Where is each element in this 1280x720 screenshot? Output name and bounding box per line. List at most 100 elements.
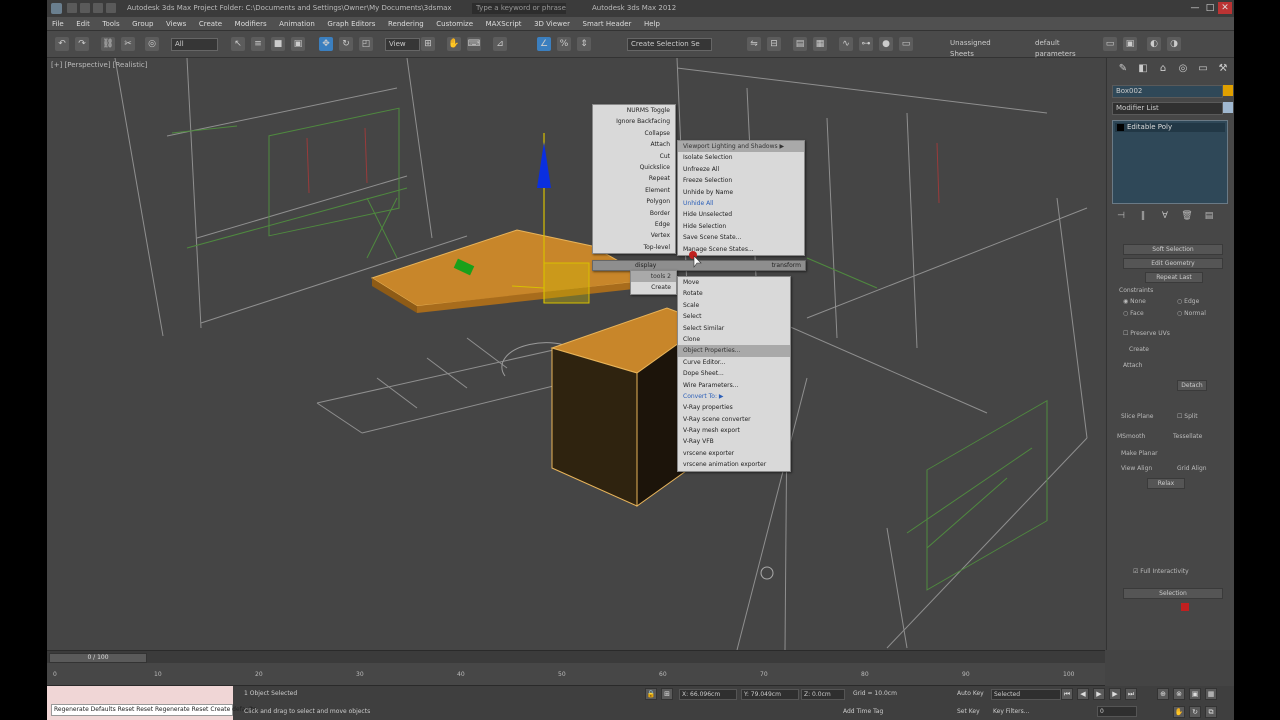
configure-sets-icon[interactable]: ▤ [1203, 210, 1215, 222]
quad-item-unhide-by-name[interactable]: Unhide by Name [678, 187, 804, 198]
quad-item-create[interactable]: Create [631, 282, 676, 293]
menu-graph-editors[interactable]: Graph Editors [322, 17, 380, 29]
split-checkbox[interactable]: ☐ Split [1177, 413, 1198, 420]
perspective-viewport[interactable]: [+] [Perspective] [Realistic] NURMS Togg… [47, 58, 1105, 650]
rollout-selection[interactable]: Selection [1123, 588, 1223, 599]
quad-item-scale[interactable]: Scale [678, 300, 790, 311]
link-icon[interactable]: ⛓ [101, 37, 115, 51]
quad-item-unfreeze-all[interactable]: Unfreeze All [678, 164, 804, 175]
modifier-list-dropdown[interactable]: Modifier List [1112, 102, 1223, 115]
menu-file[interactable]: File [47, 17, 69, 29]
quad-item-wire-parameters[interactable]: Wire Parameters... [678, 380, 790, 391]
pivot-center-icon[interactable]: ⊞ [421, 37, 435, 51]
lock-selection-icon[interactable]: 🔒 [645, 688, 657, 700]
filter-dropdown[interactable]: Unassigned Sheets [947, 38, 1016, 58]
quad-item-vray-mesh-export[interactable]: V-Ray mesh export [678, 425, 790, 436]
save-file-icon[interactable] [93, 3, 103, 13]
quad-item-curve-editor[interactable]: Curve Editor... [678, 357, 790, 368]
quad-item-unhide-all[interactable]: Unhide All [678, 198, 804, 209]
quad-item-border[interactable]: Border [593, 208, 675, 219]
menu-modifiers[interactable]: Modifiers [230, 17, 272, 29]
key-filters-button[interactable]: Key Filters... [993, 708, 1030, 715]
quad-item-clone[interactable]: Clone [678, 334, 790, 345]
create-button[interactable]: Create [1129, 346, 1149, 353]
zoom-extents-all-icon[interactable]: ▦ [1205, 688, 1217, 700]
constraint-face-radio[interactable]: ○ Face [1123, 310, 1144, 317]
quad-item-ignore-backfacing[interactable]: Ignore Backfacing [593, 116, 675, 127]
full-interactivity-checkbox[interactable]: ☑ Full Interactivity [1133, 568, 1189, 575]
mirror-icon[interactable]: ⇋ [747, 37, 761, 51]
next-frame-icon[interactable]: ▶ [1109, 688, 1121, 700]
render-setup-icon[interactable]: ▭ [899, 37, 913, 51]
window-crossing-icon[interactable]: ▣ [291, 37, 305, 51]
relax-button[interactable]: Relax [1147, 478, 1185, 489]
rollout-soft-selection[interactable]: Soft Selection [1123, 244, 1223, 255]
constraint-normal-radio[interactable]: ○ Normal [1177, 310, 1206, 317]
auto-key-button[interactable]: Auto Key [957, 690, 984, 697]
quad-item-viewport-lighting[interactable]: Viewport Lighting and Shadows ▶ [678, 141, 804, 153]
bind-spacewarp-icon[interactable]: ◎ [145, 37, 159, 51]
curve-editor-icon[interactable]: ∿ [839, 37, 853, 51]
quad-item-collapse[interactable]: Collapse [593, 128, 675, 139]
quad-item-hide-unselected[interactable]: Hide Unselected [678, 209, 804, 220]
menu-smart-header[interactable]: Smart Header [578, 17, 637, 29]
record-icon[interactable] [1181, 603, 1189, 611]
z-coordinate-field[interactable]: Z: 0.0cm [801, 689, 845, 700]
open-file-icon[interactable] [80, 3, 90, 13]
slice-plane-button[interactable]: Slice Plane [1121, 413, 1154, 420]
display-tab-icon[interactable]: ▭ [1197, 63, 1209, 75]
pan-view-icon[interactable]: ✋ [1173, 706, 1185, 718]
activeshade-icon[interactable]: ◑ [1167, 37, 1181, 51]
align-icon[interactable]: ⊟ [767, 37, 781, 51]
menu-help[interactable]: Help [639, 17, 665, 29]
redo-tool-icon[interactable]: ↷ [75, 37, 89, 51]
undo-icon[interactable] [106, 3, 116, 13]
quad-item-object-properties[interactable]: Object Properties... [678, 345, 790, 357]
preserve-uvs-checkbox[interactable]: ☐ Preserve UVs [1123, 330, 1170, 337]
percent-snap-icon[interactable]: % [557, 37, 571, 51]
constraint-none-radio[interactable]: ◉ None [1123, 298, 1146, 305]
quad-item-vrscene-animation-exporter[interactable]: vrscene animation exporter [678, 459, 790, 470]
select-and-rotate-icon[interactable]: ↻ [339, 37, 353, 51]
quad-item-top-level[interactable]: Top-level [593, 242, 675, 253]
quad-item-nurms-toggle[interactable]: NURMS Toggle [593, 105, 675, 116]
menu-3d-viewer[interactable]: 3D Viewer [529, 17, 575, 29]
menu-customize[interactable]: Customize [431, 17, 478, 29]
tessellate-button[interactable]: Tessellate [1173, 433, 1202, 440]
quad-item-quickslice[interactable]: Quickslice [593, 162, 675, 173]
angle-snap-icon[interactable]: ∠ [537, 37, 551, 51]
zoom-all-icon[interactable]: ⊗ [1173, 688, 1185, 700]
key-mode-dropdown[interactable]: Selected [991, 689, 1061, 700]
show-end-result-icon[interactable]: ‖ [1137, 210, 1149, 222]
render-frame-icon[interactable]: ▭ [1103, 37, 1117, 51]
go-to-start-icon[interactable]: ⏮ [1061, 688, 1073, 700]
search-input[interactable]: Type a keyword or phrase [472, 3, 566, 14]
light-bulb-icon[interactable] [1117, 124, 1124, 131]
quad-item-vray-vfb[interactable]: V-Ray VFB [678, 436, 790, 447]
rect-selection-icon[interactable]: ■ [271, 37, 285, 51]
quad-item-rotate[interactable]: Rotate [678, 288, 790, 299]
rollout-edit-geometry[interactable]: Edit Geometry [1123, 258, 1223, 269]
quad-item-save-scene-state[interactable]: Save Scene State... [678, 232, 804, 243]
attach-button[interactable]: Attach [1123, 362, 1142, 369]
set-key-button[interactable]: Set Key [957, 708, 980, 715]
create-tab-icon[interactable]: ✎ [1117, 63, 1129, 75]
named-selection-sets-dropdown[interactable]: Create Selection Se [627, 38, 712, 51]
menu-group[interactable]: Group [127, 17, 158, 29]
undo-tool-icon[interactable]: ↶ [55, 37, 69, 51]
modify-tab-icon[interactable]: ◧ [1137, 63, 1149, 75]
quad-item-polygon[interactable]: Polygon [593, 196, 675, 207]
schematic-view-icon[interactable]: ⊶ [859, 37, 873, 51]
select-manipulate-icon[interactable]: ✋ [447, 37, 461, 51]
quad-item-vertex[interactable]: Vertex [593, 230, 675, 241]
quad-item-select-similar[interactable]: Select Similar [678, 323, 790, 334]
menu-rendering[interactable]: Rendering [383, 17, 429, 29]
keyboard-shortcut-icon[interactable]: ⌨ [467, 37, 481, 51]
quad-item-vrscene-exporter[interactable]: vrscene exporter [678, 448, 790, 459]
quad-item-element[interactable]: Element [593, 185, 675, 196]
remove-modifier-icon[interactable]: 🗑 [1181, 210, 1193, 222]
graphite-ribbon-icon[interactable]: ▦ [813, 37, 827, 51]
quad-item-hide-selection[interactable]: Hide Selection [678, 221, 804, 232]
material-editor-icon[interactable]: ● [879, 37, 893, 51]
quad-item-cut[interactable]: Cut [593, 151, 675, 162]
